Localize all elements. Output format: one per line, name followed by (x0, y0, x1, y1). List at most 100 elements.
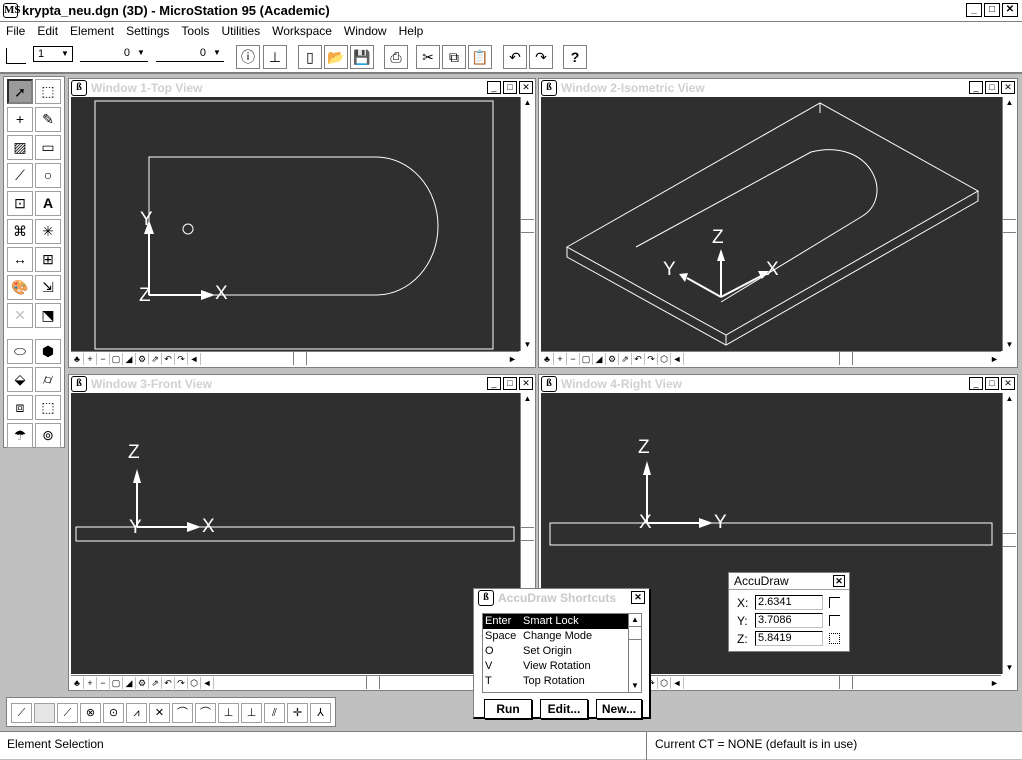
scale-icon[interactable]: ⬔ (35, 303, 61, 328)
scroll-right-arrow[interactable]: ► (988, 677, 1001, 689)
menu-workspace[interactable]: Workspace (272, 24, 332, 38)
keypoint-snap-icon[interactable]: ⟋ (57, 703, 78, 723)
fit-view-icon[interactable]: ◢ (123, 352, 136, 365)
copy-view-icon[interactable]: ◄ (201, 676, 214, 689)
delete-icon[interactable]: ✕ (7, 303, 33, 328)
zoom-in-icon[interactable]: + (84, 352, 97, 365)
window-area-icon[interactable]: ▢ (110, 676, 123, 689)
zoom-out-icon[interactable]: − (97, 676, 110, 689)
perpendicular-snap-icon[interactable]: ⊥ (218, 703, 239, 723)
boolean-icon[interactable]: ⧈ (7, 395, 33, 420)
through-point-snap-icon[interactable]: ✛ (287, 703, 308, 723)
scroll-thumb[interactable] (1003, 219, 1016, 233)
dimension-size-icon[interactable]: ⊞ (35, 247, 61, 272)
close-button[interactable]: ✕ (1001, 81, 1015, 94)
menu-tools[interactable]: Tools (181, 24, 209, 38)
dialog-title-bar[interactable]: ß AccuDraw Shortcuts ✕ (474, 589, 649, 607)
line-weight-combo[interactable]: 0 ▼ (156, 46, 224, 62)
scroll-thumb[interactable] (629, 626, 641, 640)
scroll-right-arrow[interactable]: ► (506, 353, 519, 365)
y-field[interactable]: 3.7086 (755, 613, 823, 628)
window-area-icon[interactable]: ▢ (110, 352, 123, 365)
zoom-in-icon[interactable]: + (84, 676, 97, 689)
place-text-icon[interactable]: A (35, 191, 61, 216)
menu-settings[interactable]: Settings (126, 24, 169, 38)
scroll-thumb[interactable] (521, 219, 534, 233)
close-button[interactable]: ✕ (1001, 377, 1015, 390)
zoom-out-icon[interactable]: − (97, 352, 110, 365)
nearest-snap-icon[interactable]: ⟋ (11, 703, 32, 723)
maximize-button[interactable]: □ (503, 81, 517, 94)
new-button[interactable]: New... (596, 699, 642, 719)
cylinder-icon[interactable]: ⌭ (35, 367, 61, 392)
scroll-down-arrow[interactable]: ▼ (1003, 339, 1016, 351)
scroll-right-arrow[interactable]: ► (988, 353, 1001, 365)
view-previous-icon[interactable]: ↶ (162, 352, 175, 365)
paste-icon[interactable]: 📋 (468, 45, 492, 69)
perpendicular-point-snap-icon[interactable]: ⊥ (241, 703, 262, 723)
view-canvas[interactable]: Y X Z (71, 97, 521, 351)
tangent-point-snap-icon[interactable]: ⌒ (195, 703, 216, 723)
view-title-bar[interactable]: ß Window 1-Top View _ □ ✕ (69, 79, 535, 97)
view-title-bar[interactable]: ß Window 2-Isometric View _ □ ✕ (539, 79, 1017, 97)
copy-view-icon[interactable]: ◄ (188, 352, 201, 365)
solid-icon[interactable]: ⬢ (35, 339, 61, 364)
3d-view-icon[interactable]: ⬡ (188, 676, 201, 689)
vertical-scrollbar[interactable]: ▲ ▼ (1002, 393, 1016, 674)
scroll-up-arrow[interactable]: ▲ (1003, 97, 1016, 109)
scroll-up-arrow[interactable]: ▲ (629, 614, 641, 626)
list-item[interactable]: T Top Rotation (483, 674, 633, 689)
close-button[interactable]: ✕ (1002, 3, 1018, 17)
accudraw-title[interactable]: AccuDraw (729, 573, 849, 590)
line-style-combo[interactable]: 0 ▼ (80, 46, 148, 62)
minimize-button[interactable]: _ (487, 81, 501, 94)
maximize-button[interactable]: □ (984, 3, 1000, 17)
view-next-icon[interactable]: ↷ (645, 352, 658, 365)
update-view-icon[interactable]: ♣ (541, 352, 554, 365)
menu-utilities[interactable]: Utilities (221, 24, 260, 38)
update-view-icon[interactable]: ♣ (71, 352, 84, 365)
slab-icon[interactable]: ⬭ (7, 339, 33, 364)
scroll-up-arrow[interactable]: ▲ (521, 97, 534, 109)
extrude-icon[interactable]: ⬙ (7, 367, 33, 392)
help-button[interactable]: ? (563, 45, 587, 69)
cut-icon[interactable]: ✂ (416, 45, 440, 69)
cell-icon[interactable]: ⊡ (7, 191, 33, 216)
intersection-snap-icon[interactable]: ✕ (149, 703, 170, 723)
measure-icon[interactable]: ✎ (35, 107, 61, 132)
close-button[interactable]: ✕ (519, 377, 533, 390)
midpoint-snap-icon[interactable]: ⊗ (80, 703, 101, 723)
edit-button[interactable]: Edit... (540, 699, 588, 719)
z-lock-checkbox[interactable] (829, 633, 840, 644)
list-item[interactable]: Enter Smart Lock (483, 614, 633, 629)
copy-view-icon[interactable]: ◄ (671, 676, 684, 689)
3d-view-icon[interactable]: ⬡ (658, 676, 671, 689)
close-button[interactable]: ✕ (833, 575, 845, 587)
point-on-snap-icon[interactable]: ⅄ (310, 703, 331, 723)
horizontal-scroll-thumb[interactable] (839, 352, 853, 365)
palette-icon[interactable]: 🎨 (7, 275, 33, 300)
level-combo[interactable]: 1 ▼ (33, 46, 73, 62)
render-icon[interactable]: ☂ (7, 423, 33, 448)
fit-view-icon[interactable]: ◢ (123, 676, 136, 689)
tangent-snap-icon[interactable]: ⌒ (172, 703, 193, 723)
view-canvas[interactable]: Z X Y (541, 97, 1002, 351)
horizontal-scroll-thumb[interactable] (366, 676, 380, 689)
view-next-icon[interactable]: ↷ (175, 676, 188, 689)
vertical-scrollbar[interactable]: ▲ ▼ (1002, 97, 1016, 351)
maximize-button[interactable]: □ (985, 81, 999, 94)
view-title-bar[interactable]: ß Window 3-Front View _ □ ✕ (69, 375, 535, 393)
x-field[interactable]: 2.6341 (755, 595, 823, 610)
print-icon[interactable]: ⎙ (384, 45, 408, 69)
fillet-icon[interactable]: ⬚ (35, 395, 61, 420)
view-previous-icon[interactable]: ↶ (632, 352, 645, 365)
minimize-button[interactable]: _ (487, 377, 501, 390)
scroll-down-arrow[interactable]: ▼ (1003, 662, 1016, 674)
rotate-view-icon[interactable]: ⚙ (606, 352, 619, 365)
blank-snap-icon[interactable] (34, 703, 55, 723)
vertical-scrollbar[interactable]: ▲ ▼ (520, 97, 534, 351)
select-element-icon[interactable]: ➚ (7, 79, 33, 104)
open-folder-icon[interactable]: 📂 (324, 45, 348, 69)
list-item[interactable]: V View Rotation (483, 659, 633, 674)
x-lock-checkbox[interactable] (829, 597, 840, 608)
